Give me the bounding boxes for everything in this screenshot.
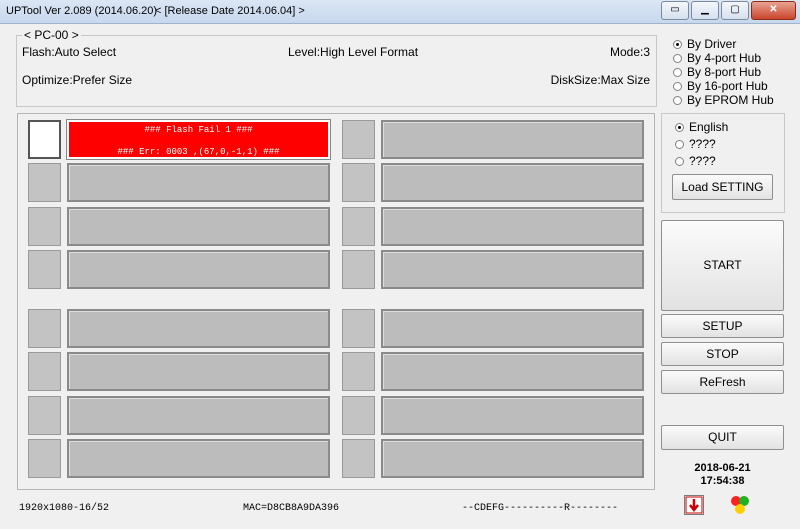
slot-status-bar [67, 207, 330, 246]
radio-8-port-hub[interactable]: By 8-port Hub [673, 65, 761, 79]
slot-indicator [342, 163, 375, 202]
slot-indicator [28, 163, 61, 202]
start-button[interactable]: START [661, 220, 784, 311]
device-slots-panel: ### Flash Fail 1 ### ### Err: 0003 ,(67,… [17, 113, 655, 490]
radio-dot-icon [673, 95, 682, 105]
radio-eprom-hub[interactable]: By EPROM Hub [673, 93, 774, 107]
radio-dot-icon [673, 39, 682, 49]
slot-status-bar [381, 352, 644, 391]
optimize-label: Optimize:Prefer Size [22, 73, 133, 87]
radio-dot-icon [675, 139, 684, 149]
slot-status-bar [67, 396, 330, 435]
pc-label: < PC-00 > [22, 28, 81, 42]
radio-dot-icon [675, 122, 684, 132]
radio-label: ???? [689, 137, 716, 151]
radio-dot-icon [673, 67, 682, 77]
release-date: < [Release Date 2014.06.04] > [155, 5, 305, 17]
fail-message: ### Flash Fail 1 ### [144, 125, 253, 135]
slot-status-bar [381, 163, 644, 202]
slot-status-bar [381, 396, 644, 435]
resolution-status: 1920x1080-16/52 [19, 503, 110, 514]
slot-status-bar [381, 120, 644, 159]
slot-indicator [342, 352, 375, 391]
radio-by-driver[interactable]: By Driver [673, 37, 736, 51]
radio-label: By 4-port Hub [687, 51, 762, 65]
error-code: ### Err: 0003 ,(67,0,-1,1) ### [117, 147, 280, 157]
radio-label: By Driver [687, 37, 737, 51]
radio-dot-icon [675, 156, 684, 166]
level-label: Level:High Level Format [288, 45, 419, 59]
disksize-label: DiskSize:Max Size [550, 73, 650, 87]
slot-status-bar [67, 163, 330, 202]
slot-indicator [28, 352, 61, 391]
slot-indicator [342, 309, 375, 348]
radio-label: By 8-port Hub [687, 65, 762, 79]
slot-indicator [342, 120, 375, 159]
current-date: 2018-06-21 [694, 462, 751, 474]
slot-status-bar [67, 250, 330, 289]
mode-label: Mode:3 [609, 45, 650, 59]
status-lights-icon[interactable] [730, 495, 750, 515]
radio-4-port-hub[interactable]: By 4-port Hub [673, 51, 761, 65]
slot-status-bar [67, 352, 330, 391]
slot-indicator [342, 250, 375, 289]
radio-label: By 16-port Hub [687, 79, 768, 93]
quit-button[interactable]: QUIT [661, 425, 784, 450]
pc-info-group: < PC-00 > Flash:Auto Select Level:High L… [16, 28, 657, 107]
radio-label: English [689, 120, 729, 134]
drive-letters: --CDEFG----------R-------- [462, 503, 619, 514]
slot-status-bar [381, 207, 644, 246]
refresh-button[interactable]: ReFresh [661, 370, 784, 394]
current-time: 17:54:38 [700, 475, 745, 487]
slot-indicator [28, 309, 61, 348]
stop-button[interactable]: STOP [661, 342, 784, 366]
language-group: English ???? ???? Load SETTING [661, 113, 785, 213]
slot-indicator [342, 396, 375, 435]
hub-mode-group: By Driver By 4-port Hub By 8-port Hub By… [661, 33, 784, 107]
help-icon[interactable]: ▭ [661, 1, 689, 20]
radio-16-port-hub[interactable]: By 16-port Hub [673, 79, 768, 93]
download-icon[interactable] [684, 495, 704, 515]
slot-status-bar [381, 250, 644, 289]
window-controls: ▭ ▁ ▢ ✕ [659, 1, 796, 20]
slot-status-bar [67, 309, 330, 348]
slot-status-bar [381, 439, 644, 478]
mac-address: MAC=D8CB8A9DA396 [243, 503, 340, 514]
radio-english[interactable]: English [675, 120, 728, 134]
maximize-icon[interactable]: ▢ [721, 1, 749, 20]
slot-status-bar [67, 439, 330, 478]
slot-indicator [28, 120, 61, 159]
slot-indicator [28, 250, 61, 289]
title-bar: UPTool Ver 2.089 (2014.06.20) < [Release… [0, 0, 800, 24]
slot-indicator [28, 439, 61, 478]
minimize-icon[interactable]: ▁ [691, 1, 719, 20]
radio-label: ???? [689, 154, 716, 168]
flash-label: Flash:Auto Select [22, 45, 117, 59]
radio-dot-icon [673, 81, 682, 91]
setup-button[interactable]: SETUP [661, 314, 784, 338]
slot-status-bar [381, 309, 644, 348]
slot-indicator [28, 396, 61, 435]
radio-dot-icon [673, 53, 682, 63]
load-setting-button[interactable]: Load SETTING [672, 174, 773, 200]
close-icon[interactable]: ✕ [751, 1, 796, 20]
slot-status-bar: ### Flash Fail 1 ### ### Err: 0003 ,(67,… [67, 120, 330, 159]
radio-label: By EPROM Hub [687, 93, 774, 107]
radio-language-2[interactable]: ???? [675, 137, 716, 151]
slot-indicator [28, 207, 61, 246]
radio-language-3[interactable]: ???? [675, 154, 716, 168]
window-title: UPTool Ver 2.089 (2014.06.20) [6, 5, 158, 17]
slot-indicator [342, 439, 375, 478]
slot-indicator [342, 207, 375, 246]
